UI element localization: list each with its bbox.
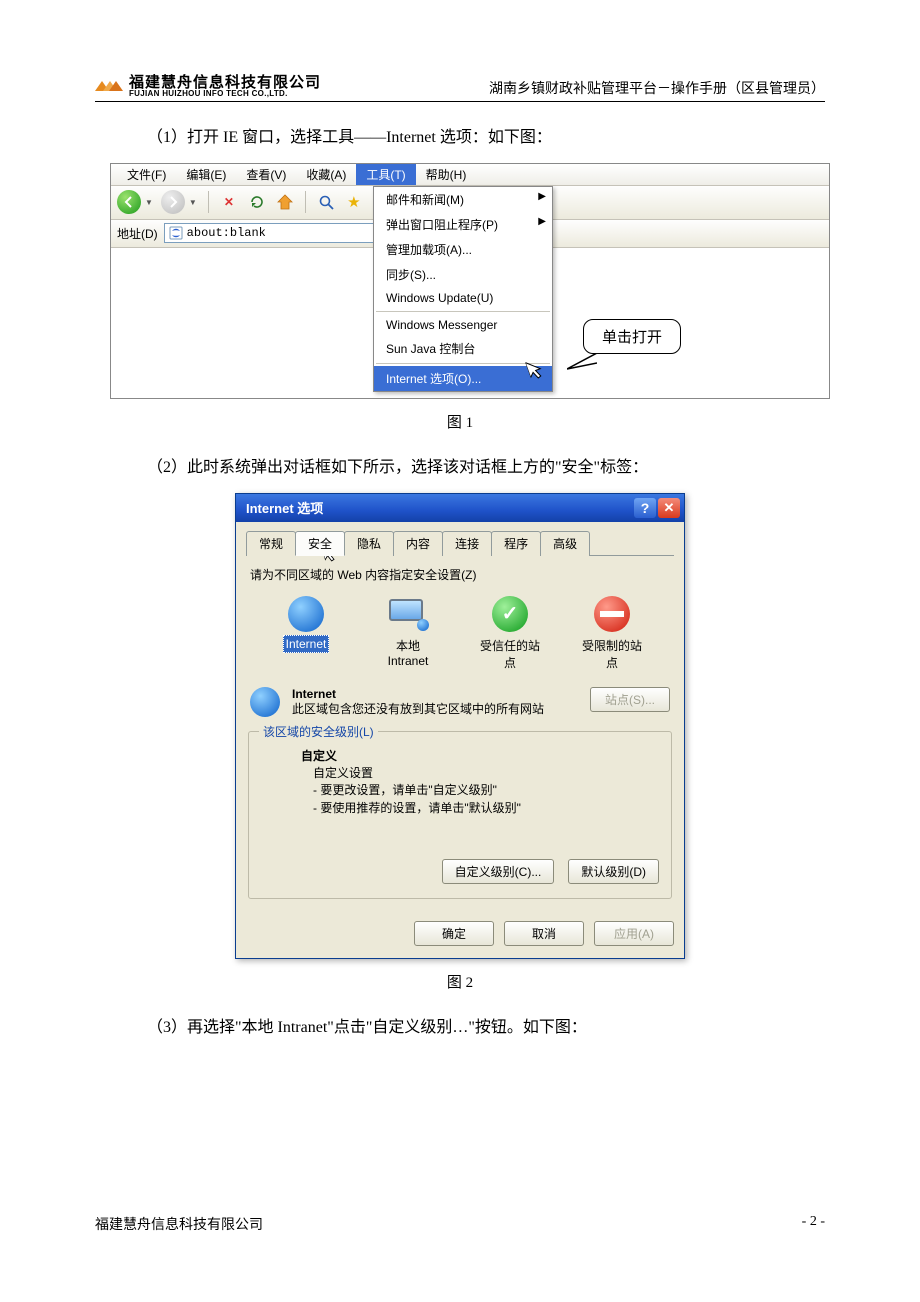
zone-instruction: 请为不同区域的 Web 内容指定安全设置(Z): [250, 566, 674, 583]
ie-window-figure: 文件(F) 编辑(E) 查看(V) 收藏(A) 工具(T) 帮助(H) ▼ ▼ …: [110, 163, 830, 399]
step-1-text: （1）打开 IE 窗口，选择工具——Internet 选项：如下图：: [95, 124, 825, 153]
dialog-close-button[interactable]: ✕: [658, 498, 680, 518]
footer-page-number: - 2 -: [802, 1214, 825, 1234]
figure-1-caption: 图 1: [95, 411, 825, 432]
apply-button[interactable]: 应用(A): [594, 921, 674, 946]
menu-edit[interactable]: 编辑(E): [176, 164, 236, 185]
document-header: 福建慧舟信息科技有限公司 FUJIAN HUIZHOU INFO TECH CO…: [95, 75, 825, 102]
company-name-en: FUJIAN HUIZHOU INFO TECH CO.,LTD.: [129, 90, 321, 98]
address-label: 地址(D): [117, 225, 158, 242]
page-footer: 福建慧舟信息科技有限公司 - 2 -: [95, 1214, 825, 1234]
restricted-icon: [594, 596, 630, 632]
security-level-group: 该区域的安全级别(L) 自定义 自定义设置 - 要更改设置，请单击"自定义级别"…: [248, 731, 672, 900]
menu-help[interactable]: 帮助(H): [416, 164, 477, 185]
zone-detail-desc: 此区域包含您还没有放到其它区域中的所有网站: [292, 701, 580, 717]
address-value: about:blank: [187, 226, 266, 240]
tab-content[interactable]: 内容: [393, 531, 443, 556]
ok-button[interactable]: 确定: [414, 921, 494, 946]
tab-privacy[interactable]: 隐私: [344, 531, 394, 556]
custom-level-button[interactable]: 自定义级别(C)...: [442, 859, 555, 884]
callout-bubble: 单击打开: [583, 319, 681, 354]
footer-company: 福建慧舟信息科技有限公司: [95, 1214, 263, 1234]
stop-button[interactable]: ✕: [218, 191, 240, 213]
toolbar-separator: [305, 191, 306, 213]
sites-button[interactable]: 站点(S)...: [590, 687, 670, 712]
company-logo: 福建慧舟信息科技有限公司 FUJIAN HUIZHOU INFO TECH CO…: [95, 75, 321, 98]
security-level-legend: 该区域的安全级别(L): [259, 723, 378, 740]
logo-icon: [95, 78, 123, 96]
zone-local-intranet[interactable]: 本地 Intranet: [368, 595, 448, 671]
toolbar-separator: [208, 191, 209, 213]
step-2-text: （2）此时系统弹出对话框如下所示，选择该对话框上方的"安全"标签：: [95, 454, 825, 483]
home-button[interactable]: [274, 191, 296, 213]
trusted-icon: ✓: [492, 596, 528, 632]
menu-manage-addons[interactable]: 管理加载项(A)...: [374, 237, 552, 262]
level-line2: - 要使用推荐的设置，请单击"默认级别": [313, 800, 659, 817]
level-line1: - 要更改设置，请单击"自定义级别": [313, 782, 659, 799]
favorites-button[interactable]: ★: [343, 191, 365, 213]
forward-button[interactable]: [161, 190, 185, 214]
back-button[interactable]: [117, 190, 141, 214]
figure-2-caption: 图 2: [95, 971, 825, 992]
tab-general[interactable]: 常规: [246, 531, 296, 556]
tab-advanced[interactable]: 高级: [540, 531, 590, 556]
zone-detail-title: Internet: [292, 687, 580, 701]
intranet-icon: [389, 599, 427, 629]
zone-detail: Internet 此区域包含您还没有放到其它区域中的所有网站 站点(S)...: [246, 681, 674, 719]
company-name-cn: 福建慧舟信息科技有限公司: [129, 75, 321, 90]
dialog-tabs: 常规 安全 隐私 内容 连接 程序 高级: [246, 530, 674, 556]
level-custom-set: 自定义设置: [313, 765, 659, 782]
menu-windows-messenger[interactable]: Windows Messenger: [374, 314, 552, 336]
tab-programs[interactable]: 程序: [491, 531, 541, 556]
dialog-footer: 确定 取消 应用(A): [236, 911, 684, 958]
document-title: 湖南乡镇财政补贴管理平台－操作手册（区县管理员）: [489, 78, 825, 98]
menu-sun-java[interactable]: Sun Java 控制台: [374, 336, 552, 361]
forward-dropdown-icon[interactable]: ▼: [189, 198, 197, 207]
menu-internet-options[interactable]: Internet 选项(O)...: [374, 366, 552, 391]
internet-options-dialog: Internet 选项 ? ✕ 常规 安全 隐私 内容 连接 程序 高级: [235, 493, 685, 960]
refresh-button[interactable]: [246, 191, 268, 213]
tab-security[interactable]: 安全: [295, 531, 345, 556]
menu-tools[interactable]: 工具(T): [356, 164, 415, 185]
globe-icon: [288, 596, 324, 632]
default-level-button[interactable]: 默认级别(D): [568, 859, 659, 884]
level-custom: 自定义: [301, 748, 659, 765]
cancel-button[interactable]: 取消: [504, 921, 584, 946]
menu-windows-update[interactable]: Windows Update(U): [374, 287, 552, 309]
callout-tail: [567, 353, 597, 371]
dialog-help-button[interactable]: ?: [634, 498, 656, 518]
ie-page-icon: [169, 226, 183, 240]
ie-menubar: 文件(F) 编辑(E) 查看(V) 收藏(A) 工具(T) 帮助(H): [111, 164, 829, 186]
security-zones: Internet 本地 Intranet ✓ 受信任的站 点 受限制的站: [246, 591, 674, 681]
back-dropdown-icon[interactable]: ▼: [145, 198, 153, 207]
dialog-title-text: Internet 选项: [246, 498, 323, 517]
globe-icon: [250, 687, 280, 717]
menu-sync[interactable]: 同步(S)...: [374, 262, 552, 287]
search-button[interactable]: [315, 191, 337, 213]
zone-restricted-sites[interactable]: 受限制的站 点: [572, 595, 652, 671]
menu-popup-blocker[interactable]: 弹出窗口阻止程序(P)▶: [374, 212, 552, 237]
tab-connections[interactable]: 连接: [442, 531, 492, 556]
zone-internet[interactable]: Internet: [266, 595, 346, 671]
step-3-text: （3）再选择"本地 Intranet"点击"自定义级别…"按钮。如下图：: [95, 1014, 825, 1043]
menu-mail-news[interactable]: 邮件和新闻(M)▶: [374, 187, 552, 212]
menu-file[interactable]: 文件(F): [117, 164, 176, 185]
zone-trusted-sites[interactable]: ✓ 受信任的站 点: [470, 595, 550, 671]
dialog-titlebar: Internet 选项 ? ✕: [236, 494, 684, 522]
menu-view[interactable]: 查看(V): [236, 164, 296, 185]
menu-favorites[interactable]: 收藏(A): [296, 164, 356, 185]
